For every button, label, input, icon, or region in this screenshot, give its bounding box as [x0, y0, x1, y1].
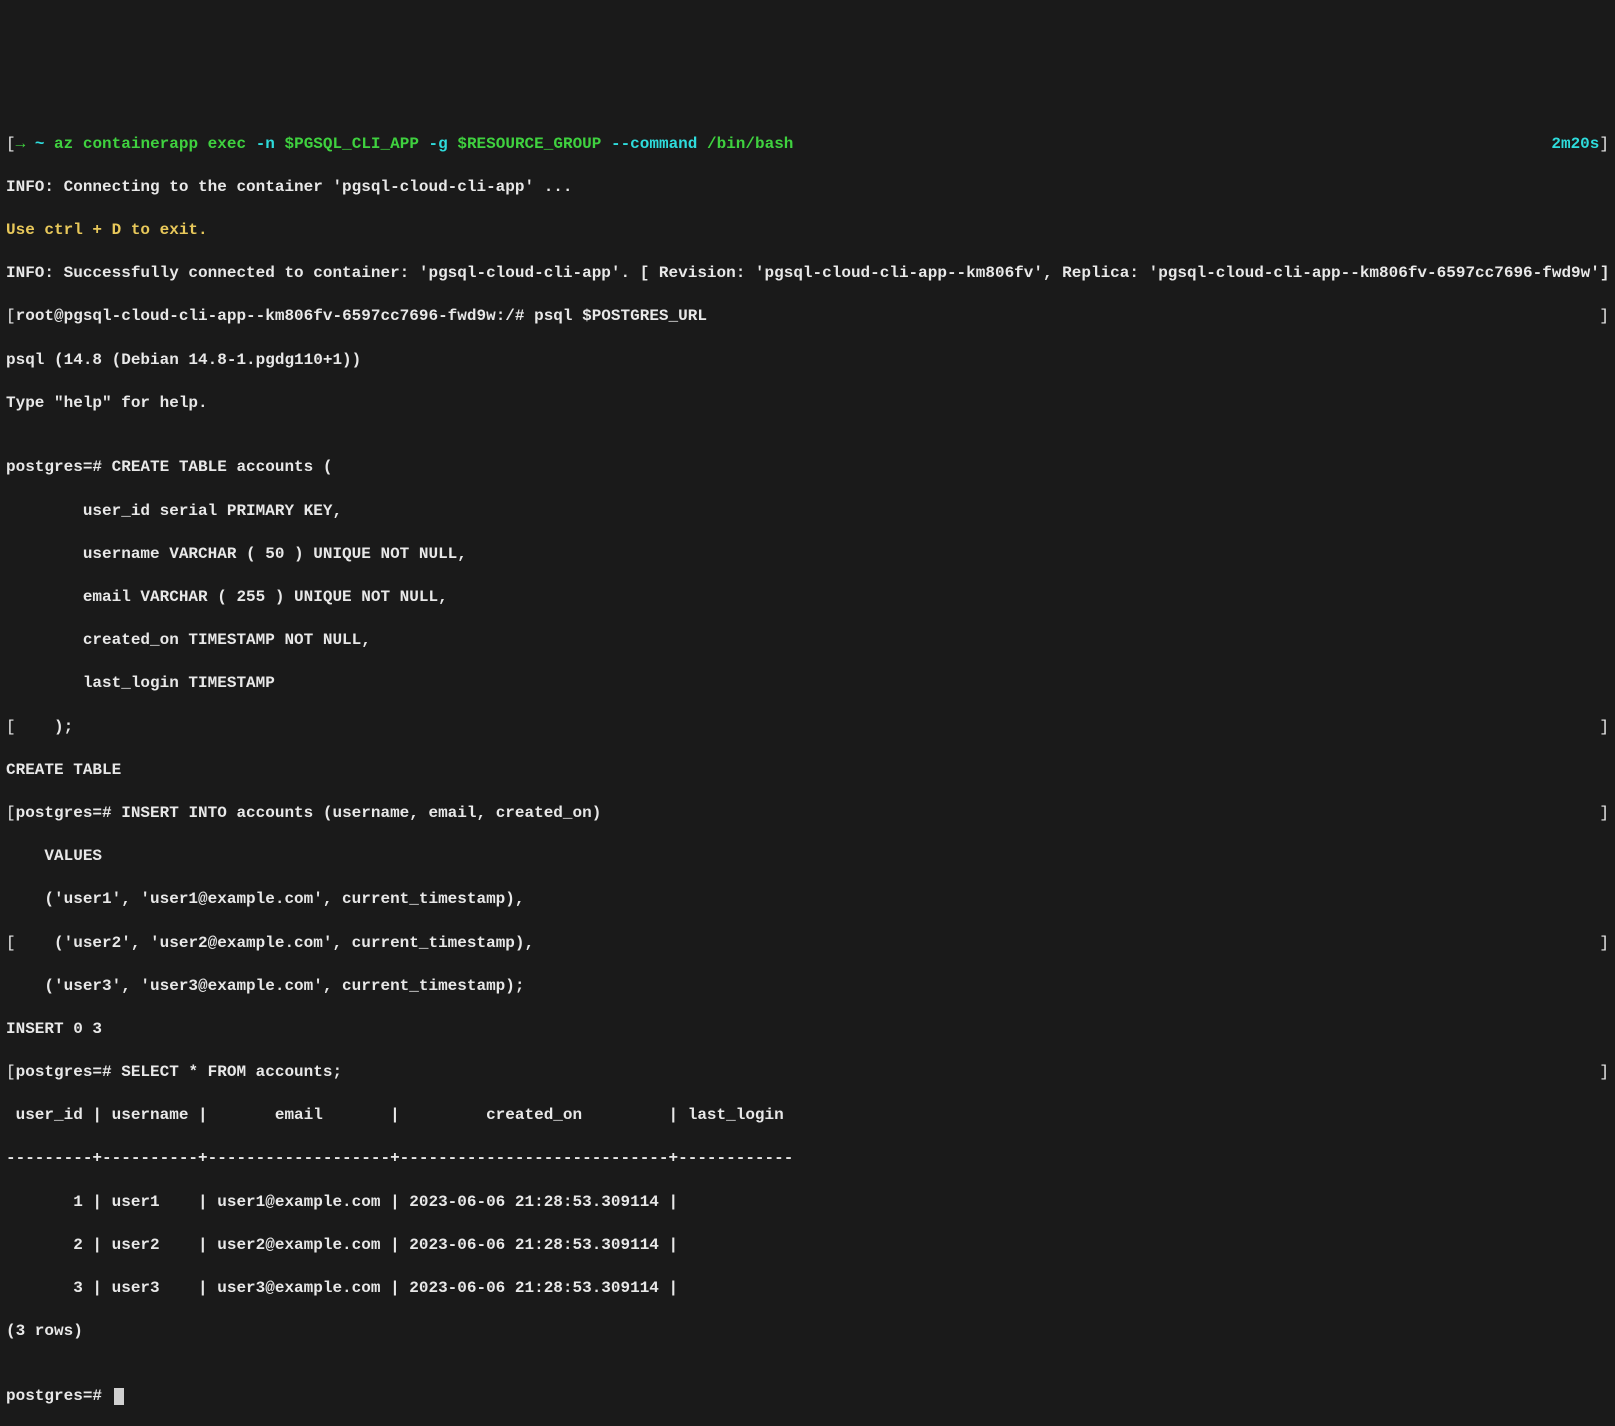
bracket-close-l13: ]	[1599, 717, 1609, 739]
sql-create-table-5: created_on TIMESTAMP NOT NULL,	[6, 630, 1609, 652]
psql-version: psql (14.8 (Debian 14.8-1.pgdg110+1))	[6, 350, 1609, 372]
sql-insert-5: ('user3', 'user3@example.com', current_t…	[6, 976, 1609, 998]
row-count: (3 rows)	[6, 1321, 1609, 1343]
sql-insert-2: VALUES	[6, 846, 1609, 868]
sql-create-table-1: postgres=# CREATE TABLE accounts (	[6, 457, 1609, 479]
elapsed-time: 2m20s	[1551, 135, 1599, 153]
sql-result-insert: INSERT 0 3	[6, 1019, 1609, 1041]
sql-insert-1: postgres=# INSERT INTO accounts (usernam…	[16, 804, 602, 822]
bracket-open-l21: [	[6, 1063, 16, 1081]
sql-select: postgres=# SELECT * FROM accounts;	[16, 1063, 342, 1081]
prompt-tilde: ~	[35, 135, 45, 153]
bracket-open-l13: [	[6, 718, 16, 736]
bracket-close-l21: ]	[1599, 1062, 1609, 1084]
shell-prompt-psql: root@pgsql-cloud-cli-app--km806fv-6597cc…	[16, 307, 707, 325]
psql-prompt[interactable]: postgres=#	[6, 1387, 112, 1405]
flag-g: -g	[429, 135, 458, 153]
bracket-open-l4: [	[6, 307, 16, 325]
flag-command: --command	[611, 135, 707, 153]
sql-insert-4: ('user2', 'user2@example.com', current_t…	[16, 934, 534, 952]
info-connected: INFO: Successfully connected to containe…	[6, 263, 1609, 285]
table-header: user_id | username | email | created_on …	[6, 1105, 1609, 1127]
bracket-open-l15: [	[6, 804, 16, 822]
sql-create-table-3: username VARCHAR ( 50 ) UNIQUE NOT NULL,	[6, 544, 1609, 566]
table-separator: ---------+----------+-------------------…	[6, 1148, 1609, 1170]
bracket-close-right: ]	[1599, 135, 1609, 153]
var-pgsql-cli-app: $PGSQL_CLI_APP	[285, 135, 429, 153]
terminal[interactable]: [→ ~ az containerapp exec -n $PGSQL_CLI_…	[6, 90, 1609, 1426]
bracket-close-l15: ]	[1599, 803, 1609, 825]
sql-create-table-4: email VARCHAR ( 255 ) UNIQUE NOT NULL,	[6, 587, 1609, 609]
sql-result-create-table: CREATE TABLE	[6, 760, 1609, 782]
table-row: 1 | user1 | user1@example.com | 2023-06-…	[6, 1192, 1609, 1214]
sql-create-table-2: user_id serial PRIMARY KEY,	[6, 501, 1609, 523]
prompt-arrow-icon: →	[16, 135, 26, 153]
cursor-icon	[114, 1388, 124, 1405]
var-resource-group: $RESOURCE_GROUP	[457, 135, 611, 153]
bracket-close-l4: ]	[1599, 306, 1609, 328]
table-row: 2 | user2 | user2@example.com | 2023-06-…	[6, 1235, 1609, 1257]
bracket-open-l18: [	[6, 934, 16, 952]
cmd-bin-bash: /bin/bash	[707, 135, 793, 153]
cmd-az: az containerapp exec	[54, 135, 256, 153]
top-command-line: [→ ~ az containerapp exec -n $PGSQL_CLI_…	[6, 134, 1609, 156]
table-row: 3 | user3 | user3@example.com | 2023-06-…	[6, 1278, 1609, 1300]
psql-help-hint: Type "help" for help.	[6, 393, 1609, 415]
sql-create-table-6: last_login TIMESTAMP	[6, 673, 1609, 695]
exit-hint: Use ctrl + D to exit.	[6, 220, 1609, 242]
sql-create-table-7: );	[16, 718, 74, 736]
bracket-close-l18: ]	[1599, 933, 1609, 955]
flag-n: -n	[256, 135, 285, 153]
info-connecting: INFO: Connecting to the container 'pgsql…	[6, 177, 1609, 199]
sql-insert-3: ('user1', 'user1@example.com', current_t…	[6, 889, 1609, 911]
bracket-open: [	[6, 135, 16, 153]
